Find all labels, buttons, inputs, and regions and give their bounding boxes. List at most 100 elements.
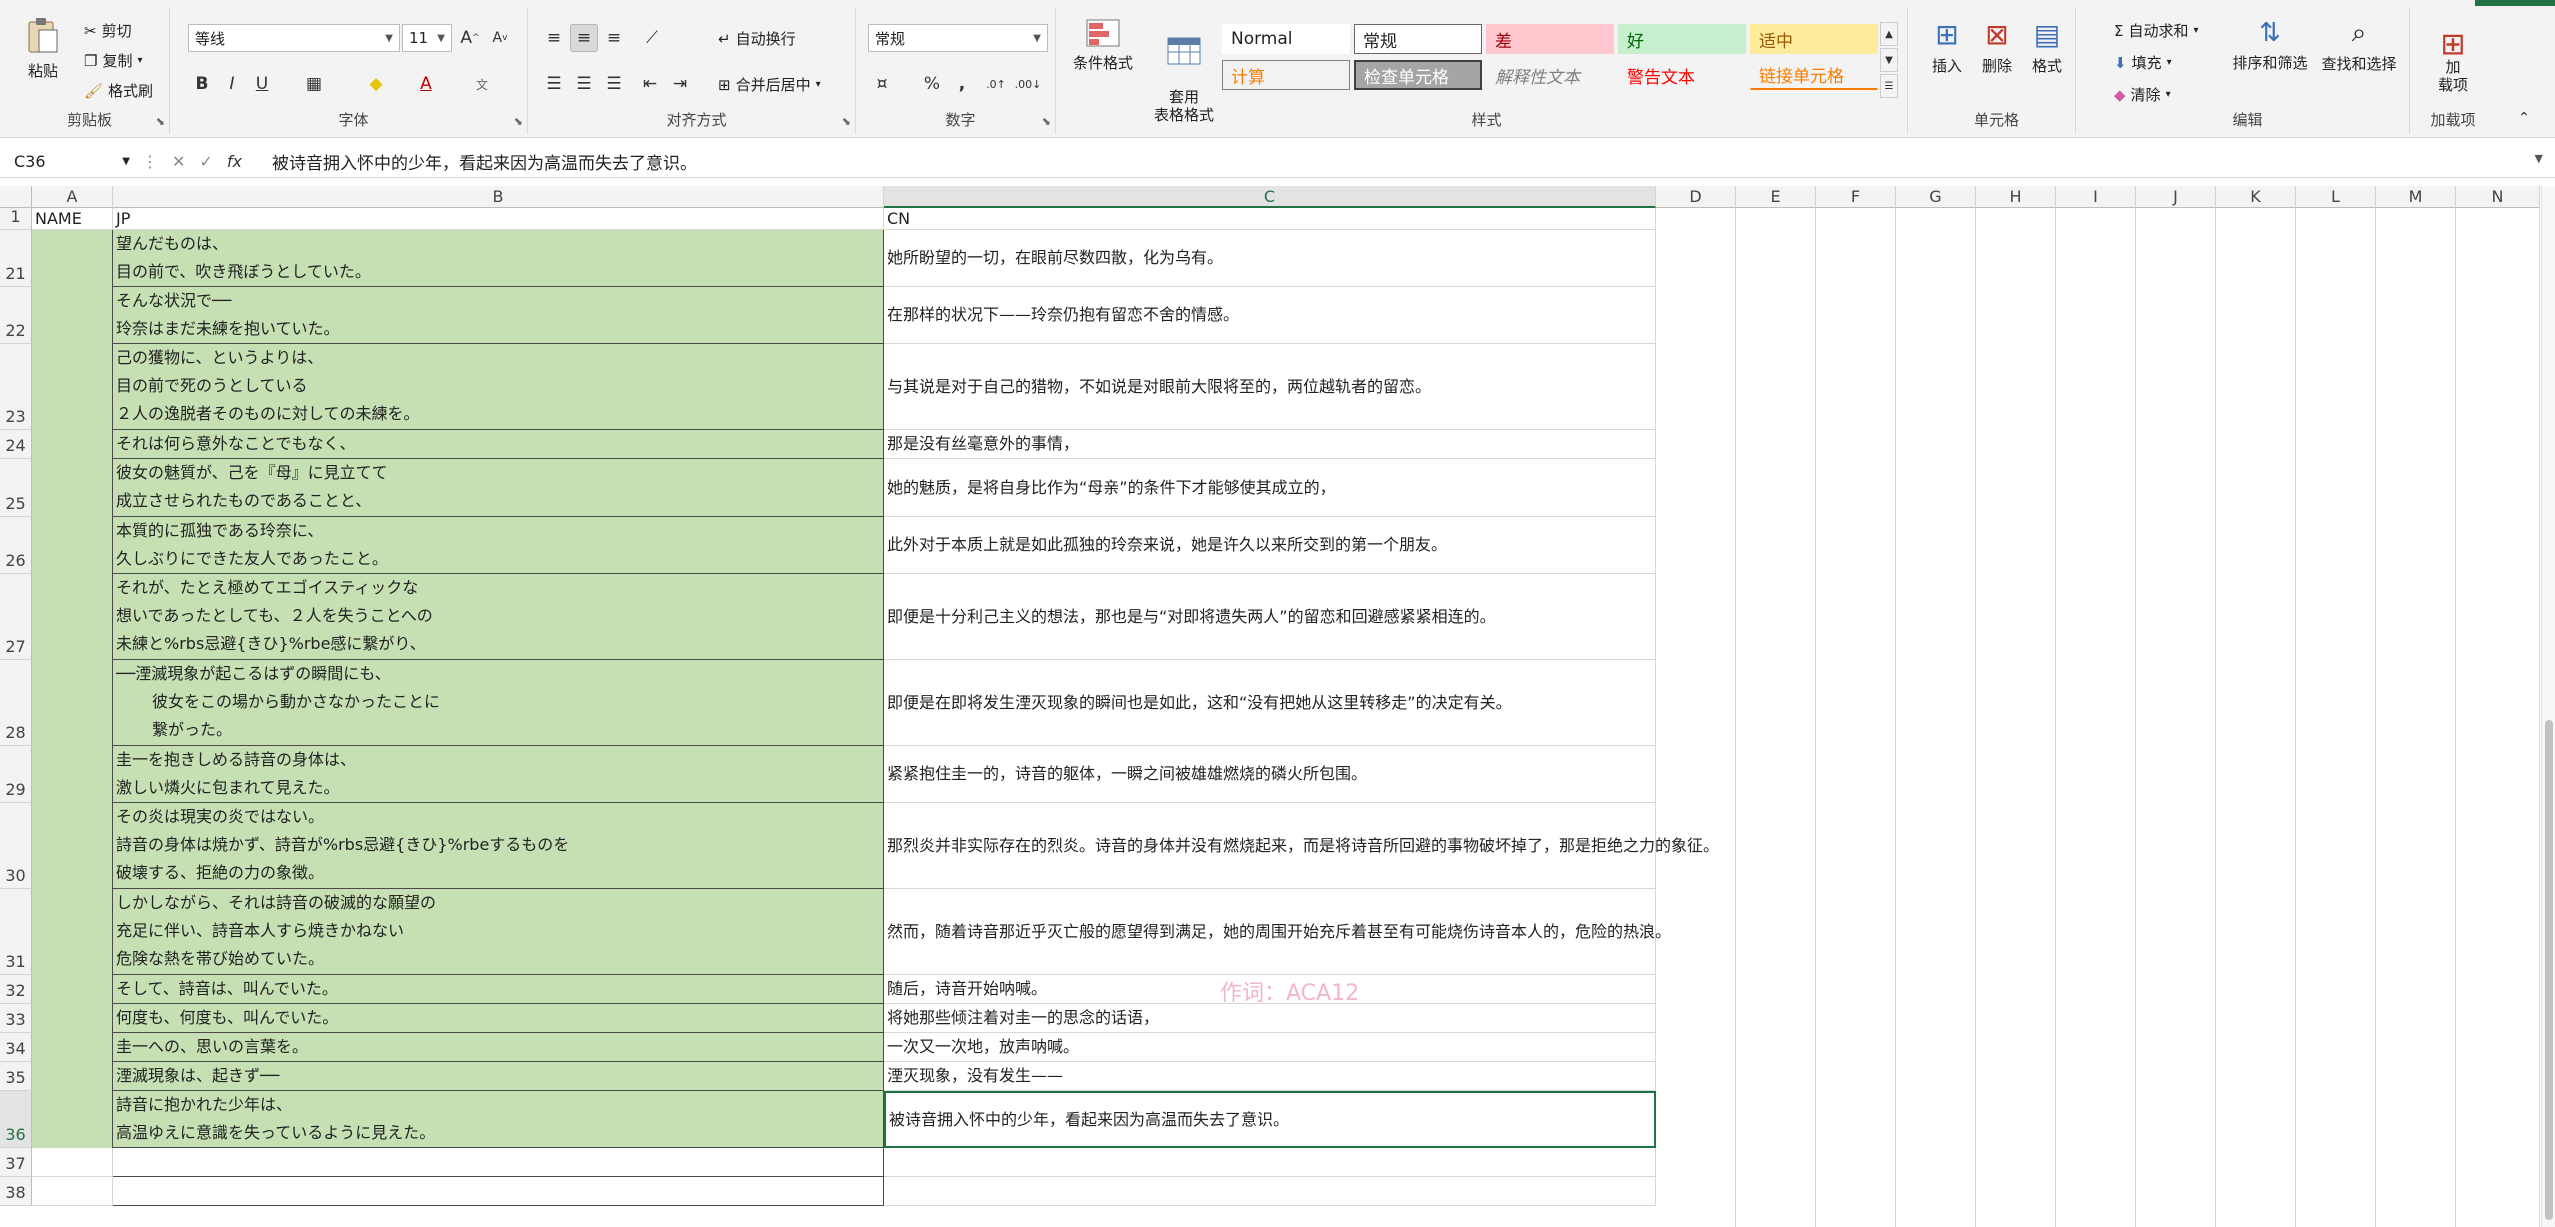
align-top-icon[interactable]: ≡: [540, 24, 568, 52]
row-header[interactable]: 33: [0, 1004, 32, 1033]
cell-style-4[interactable]: 适中: [1750, 24, 1878, 54]
cell-cn[interactable]: 紧紧抱住圭一的，诗音的躯体，一瞬之间被雄雄燃烧的磷火所包围。: [884, 746, 1656, 803]
format-painter-button[interactable]: 🖌 格式刷: [84, 80, 153, 101]
cell-name[interactable]: [32, 287, 113, 344]
cell-cn[interactable]: 她所盼望的一切，在眼前尽数四散，化为乌有。: [884, 230, 1656, 287]
indent-decrease-icon[interactable]: ⇤: [636, 70, 664, 98]
cell-name[interactable]: [32, 1033, 113, 1062]
cell-name[interactable]: [32, 1091, 113, 1148]
cell-cn[interactable]: 湮灭现象，没有发生——: [884, 1062, 1656, 1091]
insert-cells-button[interactable]: ⊞ 插入: [1924, 18, 1970, 76]
cell-name[interactable]: [32, 574, 113, 660]
autosum-button[interactable]: Σ 自动求和 ▾: [2114, 20, 2199, 41]
column-header-b[interactable]: B: [113, 186, 884, 208]
cell-cn[interactable]: [884, 1177, 1656, 1206]
row-header[interactable]: 24: [0, 430, 32, 459]
column-header-m[interactable]: M: [2376, 186, 2456, 208]
wrap-text-button[interactable]: ↵ 自动换行: [718, 28, 796, 49]
cell-jp[interactable]: 何度も、何度も、叫んでいた。: [113, 1004, 884, 1033]
fill-button[interactable]: ⬇ 填充 ▾: [2114, 52, 2172, 73]
cell-jp[interactable]: [113, 1177, 884, 1206]
column-header-j[interactable]: J: [2136, 186, 2216, 208]
name-box[interactable]: C36 ▼: [8, 147, 136, 175]
comma-button[interactable]: ,: [948, 70, 976, 98]
cell-style-2[interactable]: 差: [1486, 24, 1614, 54]
vertical-scrollbar[interactable]: [2541, 186, 2555, 1227]
column-header-i[interactable]: I: [2056, 186, 2136, 208]
percent-button[interactable]: %: [918, 70, 946, 98]
copy-button[interactable]: ❐ 复制 ▾: [84, 50, 143, 71]
cell-name[interactable]: [32, 1148, 113, 1177]
column-header-h[interactable]: H: [1976, 186, 2056, 208]
bold-button[interactable]: B: [188, 70, 216, 98]
row-header[interactable]: 30: [0, 803, 32, 889]
cell-style-5[interactable]: 计算: [1222, 60, 1350, 90]
select-all-corner[interactable]: [0, 186, 32, 208]
cell-jp[interactable]: その炎は現実の炎ではない。 詩音の身体は焼かず、詩音が%rbs忌避{きひ}%rb…: [113, 803, 884, 889]
cell-cn[interactable]: 那烈炎并非实际存在的烈炎。诗音的身体并没有燃烧起来，而是将诗音所回避的事物破坏掉…: [884, 803, 1719, 889]
column-header-n[interactable]: N: [2456, 186, 2540, 208]
column-header-d[interactable]: D: [1656, 186, 1736, 208]
cell-name[interactable]: [32, 1004, 113, 1033]
clear-button[interactable]: ◆ 清除 ▾: [2114, 84, 2171, 105]
sort-filter-button[interactable]: ⇅ 排序和筛选: [2230, 18, 2310, 73]
align-center-icon[interactable]: ☰: [570, 70, 598, 98]
find-select-button[interactable]: ⌕ 查找和选择: [2314, 18, 2404, 74]
row-header[interactable]: 26: [0, 517, 32, 574]
cell-jp[interactable]: ──湮滅現象が起こるはずの瞬間にも、 彼女をこの場から動かさなかったことに 繋がった…: [113, 660, 884, 746]
cell-style-6[interactable]: 检查单元格: [1354, 60, 1482, 90]
column-header-k[interactable]: K: [2216, 186, 2296, 208]
row-header[interactable]: 37: [0, 1148, 32, 1177]
font-launcher-icon[interactable]: ⬊: [514, 115, 523, 128]
cell-style-7[interactable]: 解释性文本: [1486, 60, 1614, 90]
align-middle-icon[interactable]: ≡: [570, 24, 598, 52]
cell-cn[interactable]: 然而，随着诗音那近乎灭亡般的愿望得到满足，她的周围开始充斥着甚至有可能烧伤诗音本…: [884, 889, 1671, 975]
gallery-more-icon[interactable]: ☰: [1880, 74, 1898, 98]
clipboard-launcher-icon[interactable]: ⬊: [156, 115, 165, 128]
cell-a1[interactable]: NAME: [32, 208, 113, 230]
cell-cn[interactable]: 一次又一次地，放声呐喊。: [884, 1033, 1656, 1062]
cell-cn[interactable]: 即便是在即将发生湮灭现象的瞬间也是如此，这和“没有把她从这里转移走”的决定有关。: [884, 660, 1656, 746]
currency-icon[interactable]: ¤: [868, 70, 896, 98]
more-options-icon[interactable]: ⋮: [142, 152, 158, 171]
row-header[interactable]: 29: [0, 746, 32, 803]
cell-cn[interactable]: 在那样的状况下——玲奈仍抱有留恋不舍的情感。: [884, 287, 1656, 344]
delete-cells-button[interactable]: ⊠ 删除: [1974, 18, 2020, 76]
confirm-icon[interactable]: ✓: [199, 152, 212, 171]
phonetic-icon[interactable]: 文: [468, 70, 496, 98]
number-format-select[interactable]: 常规 ▼: [868, 24, 1048, 52]
increase-font-icon[interactable]: A ^: [456, 24, 484, 52]
row-header[interactable]: 31: [0, 889, 32, 975]
addins-button[interactable]: ⊞ 加 载项: [2426, 18, 2480, 95]
cancel-icon[interactable]: ✕: [172, 152, 185, 171]
cell-name[interactable]: [32, 230, 113, 287]
gallery-scroll-up-icon[interactable]: ▲: [1880, 22, 1898, 46]
increase-decimal-icon[interactable]: .0↑: [982, 70, 1010, 98]
cell-jp[interactable]: それは何ら意外なことでもなく、: [113, 430, 884, 459]
align-left-icon[interactable]: ☰: [540, 70, 568, 98]
cell-jp[interactable]: 圭一を抱きしめる詩音の身体は、 激しい燐火に包まれて見えた。: [113, 746, 884, 803]
conditional-format-button[interactable]: 条件格式: [1068, 18, 1138, 73]
underline-button[interactable]: U: [248, 70, 276, 98]
cell-cn[interactable]: 此外对于本质上就是如此孤独的玲奈来说，她是许久以来所交到的第一个朋友。: [884, 517, 1656, 574]
cell-style-0[interactable]: Normal: [1222, 24, 1350, 54]
align-bottom-icon[interactable]: ≡: [600, 24, 628, 52]
column-header-a[interactable]: A: [32, 186, 113, 208]
cell-cn[interactable]: 与其说是对于自己的猎物，不如说是对眼前大限将至的，两位越轨者的留恋。: [884, 344, 1656, 430]
cell-name[interactable]: [32, 1062, 113, 1091]
row-header[interactable]: 1: [0, 207, 32, 230]
font-color-icon[interactable]: A: [412, 70, 440, 98]
row-header[interactable]: 38: [0, 1177, 32, 1206]
number-launcher-icon[interactable]: ⬊: [1042, 115, 1051, 128]
scrollbar-thumb[interactable]: [2545, 720, 2553, 1220]
cell-name[interactable]: [32, 746, 113, 803]
merge-center-button[interactable]: ⊞ 合并后居中 ▾: [718, 74, 821, 95]
column-header-c[interactable]: C: [884, 186, 1656, 208]
column-header-e[interactable]: E: [1736, 186, 1816, 208]
expand-formula-icon[interactable]: ▼: [2535, 152, 2543, 165]
column-header-g[interactable]: G: [1896, 186, 1976, 208]
cell-jp[interactable]: 詩音に抱かれた少年は、 高温ゆえに意識を失っているように見えた。: [113, 1091, 884, 1148]
cell-jp[interactable]: しかしながら、それは詩音の破滅的な願望の 充足に伴い、詩音本人すら焼きかねない …: [113, 889, 884, 975]
cell-jp[interactable]: そんな状況で── 玲奈はまだ未練を抱いていた。: [113, 287, 884, 344]
cell-style-3[interactable]: 好: [1618, 24, 1746, 54]
